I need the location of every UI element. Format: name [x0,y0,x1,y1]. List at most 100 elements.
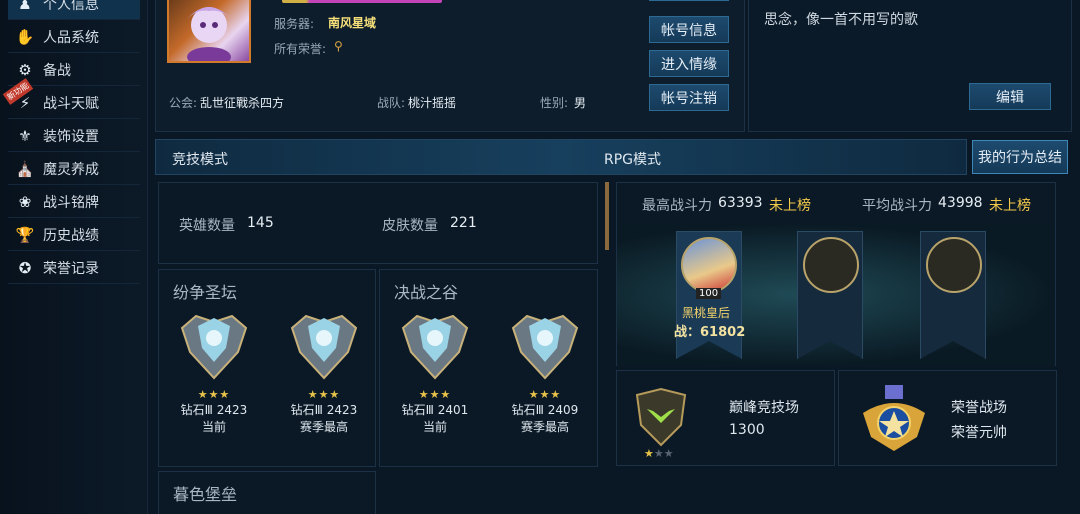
hero-power: 战：61802 [674,325,746,340]
sidebar-item-character[interactable]: ✋ 人品系统 [8,21,140,53]
peak-rank-icon [635,387,687,447]
server-value: 南风星域 [328,16,377,30]
behavior-summary-button[interactable]: 我的行为总结 [972,140,1068,174]
peak-score: 1300 [729,422,765,438]
scrollbar-thumb[interactable] [605,182,609,250]
sidebar-item-label: 魔灵养成 [43,161,99,178]
tab-competitive[interactable]: 竞技模式 [172,149,228,169]
signature-text: 思念，像一首不用写的歌 [764,12,918,28]
rank-tier: 钻石Ⅲ 2423 [290,403,358,417]
mode-tabs: 竞技模式 RPG模式 [155,139,967,175]
team-label: 战队: [377,96,406,110]
hand-icon: ✋ [15,27,35,46]
dusk-title: 暮色堡垒 [173,485,238,504]
enter-mood-button[interactable]: 进入情缘 [649,50,729,77]
rank-card-current: ★★★ 钻石Ⅲ 2401 当前 [380,308,490,438]
diamond-rank-icon [180,314,248,380]
trophy-icon: ⚲ [334,39,343,53]
sidebar-item-history[interactable]: 🏆 历史战绩 [8,219,140,251]
skin-count-label: 皮肤数量 [382,218,438,234]
sidebar-item-label: 备战 [43,62,71,79]
rank-card-season-high: ★★★ 钻石Ⅲ 2409 赛季最高 [490,308,600,438]
gender-value: 男 [574,96,587,110]
avg-power-value: 43998 [938,195,983,211]
avatar[interactable] [167,0,251,67]
sidebar-item-label: 个人信息 [43,0,99,13]
sidebar-item-label: 荣誉记录 [43,260,99,277]
marshal-badge-icon [863,385,925,451]
peak-title: 巅峰竞技场 [729,400,799,416]
empty-hero-slot[interactable] [803,237,859,293]
sidebar-item-label: 人品系统 [43,29,99,46]
rank-note: 赛季最高 [299,420,348,434]
arena-panel-2: 决战之谷 ★★★ 钻石Ⅲ 2401 当前 ★★★ 钻石Ⅲ 2409 赛季最高 [379,269,598,467]
diamond-rank-icon [401,314,469,380]
cup-icon: 🏆 [15,225,35,244]
honor-title: 荣誉战场 [951,400,1007,416]
rank-stars: ★★★ [528,388,562,401]
sidebar-item-spirit[interactable]: ⛪ 魔灵养成 [8,153,140,185]
rank-stars: ★★★ [307,388,341,401]
sidebar-item-talent[interactable]: 新功能 ⚡ 战斗天赋 [2,78,140,119]
gender-label: 性别: [540,96,569,110]
rank-card-season-high: ★★★ 钻石Ⅲ 2423 赛季最高 [269,308,379,438]
max-power-value: 63393 [718,195,763,211]
top-action-button[interactable] [649,0,729,1]
building-icon: ⛪ [15,159,35,178]
account-cancel-button[interactable]: 帐号注销 [649,84,729,111]
diamond-rank-icon [511,314,579,380]
rank-note: 赛季最高 [520,420,569,434]
sidebar-item-label: 战斗天赋 [43,95,99,112]
rank-tier: 钻石Ⅲ 2401 [401,403,469,417]
arena-title: 纷争圣坛 [173,283,238,302]
sidebar: ♟ 个人信息 ✋ 人品系统 ⚙ 备战 新功能 ⚡ 战斗天赋 ⚜ 装饰设置 ⛪ 魔… [0,0,148,514]
sidebar-item-honor[interactable]: ✪ 荣誉记录 [8,252,140,284]
sidebar-item-decoration[interactable]: ⚜ 装饰设置 [8,120,140,152]
skin-count-value: 221 [450,215,477,231]
honor-rank: 荣誉元帅 [951,425,1007,441]
hero-level: 100 [696,288,722,299]
arena-title: 决战之谷 [394,283,459,302]
edit-button[interactable]: 编辑 [969,83,1051,110]
honor-label: 所有荣誉: [274,42,327,56]
rank-tier: 钻石Ⅲ 2423 [180,403,248,417]
rank-card-current: ★★★ 钻石Ⅲ 2423 当前 [159,308,269,438]
hero-count-value: 145 [247,215,274,231]
hero-portrait[interactable] [681,237,737,293]
sidebar-item-label: 装饰设置 [43,128,99,145]
hero-count-label: 英雄数量 [179,218,235,234]
medal-icon: ✪ [18,258,32,277]
avg-power-rank: 未上榜 [989,198,1031,214]
hero-name: 黑桃皇后 [682,306,731,320]
profile-panel: 服务器: 南风星域 所有荣誉: ⚲ 公会: 乱世征戰杀四方 战队: 桃汁摇摇 性… [155,0,745,132]
empty-hero-slot[interactable] [926,237,982,293]
dusk-panel: 暮色堡垒 [158,471,376,514]
rank-note: 当前 [422,420,447,434]
power-panel: 最高战斗力 63393 未上榜 平均战斗力 43998 未上榜 100 黑桃皇后… [616,182,1056,366]
avatar-portrait [187,7,231,67]
max-power-label: 最高战斗力 [642,198,712,214]
signature-panel: 思念，像一首不用写的歌 编辑 [748,0,1072,132]
tab-rpg[interactable]: RPG模式 [604,149,661,169]
account-info-button[interactable]: 帐号信息 [649,16,729,43]
diamond-rank-icon [290,314,358,380]
sidebar-item-profile[interactable]: ♟ 个人信息 [8,0,140,20]
sidebar-item-nameplate[interactable]: ❀ 战斗铭牌 [8,186,140,218]
peak-stars: ★★★ [644,447,674,460]
main-content: 服务器: 南风星域 所有荣誉: ⚲ 公会: 乱世征戰杀四方 战队: 桃汁摇摇 性… [148,0,1080,514]
counts-panel: 英雄数量 145 皮肤数量 221 [158,182,598,264]
person-icon: ♟ [18,0,32,13]
guild-label: 公会: [169,96,198,110]
honor-panel: 荣誉战场 荣誉元帅 [838,370,1057,466]
rank-note: 当前 [201,420,226,434]
avg-power-label: 平均战斗力 [862,198,932,214]
rank-stars: ★★★ [418,388,452,401]
team-value: 桃汁摇摇 [408,96,457,110]
trophy-icon: ⚜ [18,126,32,145]
rank-tier: 钻石Ⅲ 2409 [511,403,579,417]
max-power-rank: 未上榜 [769,198,811,214]
arena-panel-1: 纷争圣坛 ★★★ 钻石Ⅲ 2423 当前 ★★★ 钻石Ⅲ 2423 赛季最高 [158,269,376,467]
sidebar-item-label: 战斗铭牌 [43,194,99,211]
server-label: 服务器: [274,17,315,31]
rank-stars: ★★★ [197,388,231,401]
